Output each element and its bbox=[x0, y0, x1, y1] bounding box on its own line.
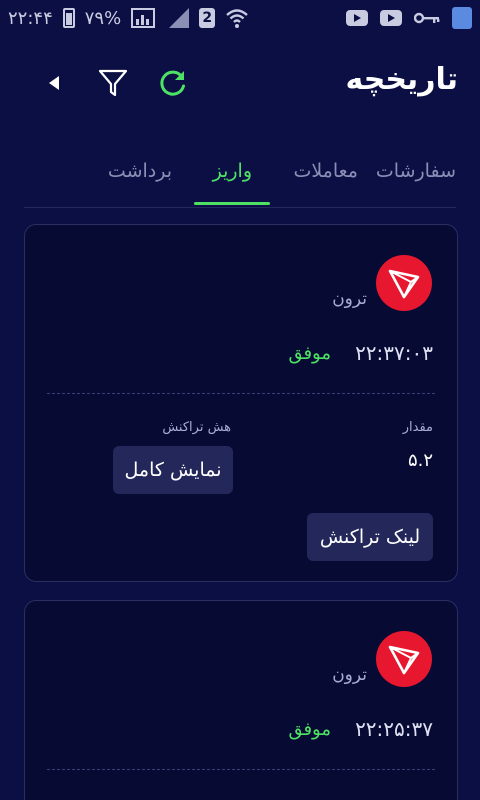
transaction-time: ۲۲:۳۷:۰۳ bbox=[355, 341, 433, 365]
signal-strength-icon bbox=[169, 8, 190, 28]
coin-name: ترون bbox=[332, 289, 367, 309]
divider bbox=[47, 393, 435, 394]
sim-icon: 2 bbox=[199, 8, 216, 28]
tab-withdraw[interactable]: برداشت bbox=[108, 160, 172, 182]
tab-trades[interactable]: معاملات bbox=[293, 160, 358, 182]
transaction-card: ترون ۲۲:۲۵:۳۷ موفق bbox=[24, 600, 458, 800]
divider bbox=[47, 769, 435, 770]
tab-orders[interactable]: سفارشات bbox=[376, 160, 456, 182]
key-icon bbox=[414, 12, 440, 24]
tron-icon bbox=[376, 255, 432, 311]
youtube-icon bbox=[380, 10, 402, 26]
status-bar-right bbox=[346, 7, 472, 29]
amount-value: ۵.۲ bbox=[407, 450, 433, 471]
active-tab-indicator bbox=[194, 202, 270, 205]
show-full-hash-button[interactable]: نمایش کامل bbox=[113, 446, 233, 494]
history-tabs: سفارشات معاملات واریز برداشت bbox=[24, 150, 456, 208]
tron-icon bbox=[376, 631, 432, 687]
page-title: تاریخچه bbox=[345, 62, 459, 97]
back-icon[interactable] bbox=[38, 66, 72, 100]
status-badge: موفق bbox=[288, 343, 331, 364]
transaction-time: ۲۲:۲۵:۳۷ bbox=[355, 717, 433, 741]
shield-icon bbox=[452, 7, 472, 29]
battery-level: ۷۹% bbox=[84, 7, 122, 29]
tab-deposit[interactable]: واریز bbox=[213, 160, 252, 182]
status-bar-left: ۲۲:۴۴ ۷۹% 2 bbox=[8, 7, 249, 29]
youtube-icon bbox=[346, 10, 368, 26]
cell-signal-icon bbox=[131, 8, 156, 28]
battery-icon bbox=[62, 8, 75, 28]
refresh-icon[interactable] bbox=[156, 66, 190, 100]
amount-label: مقدار bbox=[402, 420, 433, 435]
clock: ۲۲:۴۴ bbox=[8, 7, 53, 29]
filter-icon[interactable] bbox=[96, 66, 130, 100]
hash-label: هش تراکنش bbox=[162, 420, 231, 435]
transaction-card: ترون ۲۲:۳۷:۰۳ موفق مقدار ۵.۲ هش تراکنش ن… bbox=[24, 224, 458, 582]
status-bar: ۲۲:۴۴ ۷۹% 2 bbox=[0, 0, 480, 36]
coin-name: ترون bbox=[332, 665, 367, 685]
status-badge: موفق bbox=[288, 719, 331, 740]
app-header: تاریخچه bbox=[0, 50, 480, 114]
transaction-link-button[interactable]: لینک تراکنش bbox=[307, 513, 433, 561]
wifi-icon bbox=[226, 9, 249, 28]
